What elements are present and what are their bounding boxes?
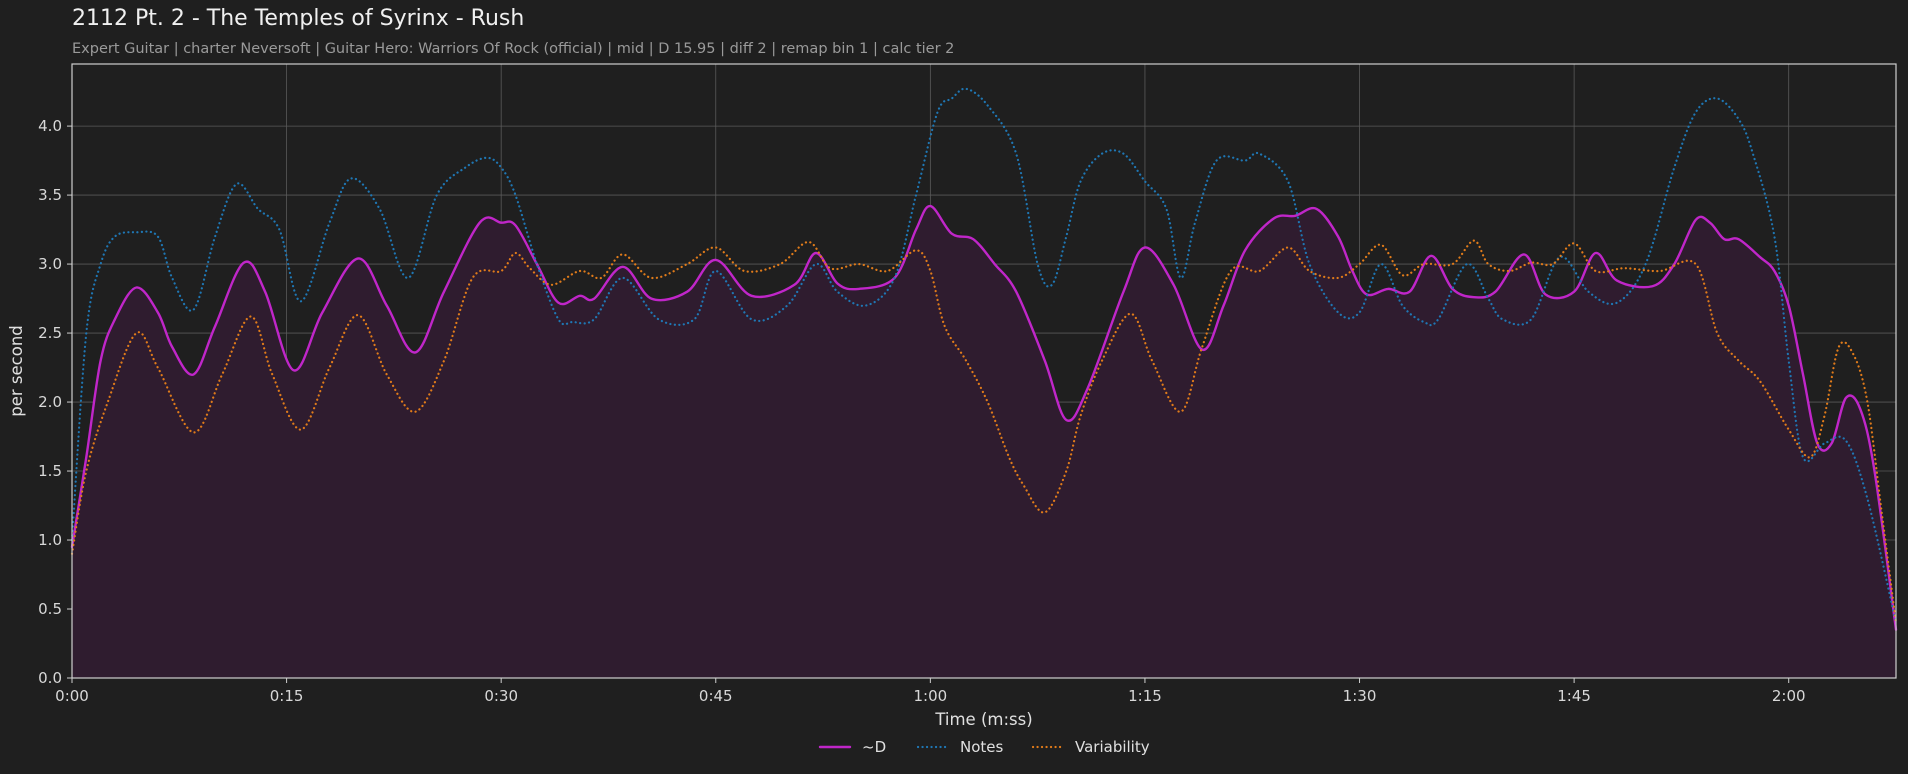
- x-tick-label: 1:00: [914, 687, 948, 705]
- line-chart: 0:00 0:15 0:30 0:45 1:00 1:15 1:30 1:45 2:00 0.0…: [7, 63, 1898, 756]
- y-tick-label: 4.0: [38, 117, 62, 135]
- x-tick-label: 1:15: [1128, 687, 1162, 705]
- x-tick-label: 1:30: [1343, 687, 1377, 705]
- legend: ~D Notes Variability: [818, 738, 1150, 756]
- y-tick-label: 2.0: [38, 393, 62, 411]
- d-area-fill: [72, 206, 1896, 679]
- y-tick-label: 1.5: [38, 462, 62, 480]
- y-axis-ticks: 0.0 0.5 1.0 1.5 2.0 2.5 3.0 3.5 4.0: [38, 117, 72, 687]
- series-area-d: [72, 206, 1896, 679]
- y-tick-label: 0.0: [38, 669, 62, 687]
- x-tick-label: 0:45: [699, 687, 733, 705]
- x-tick-label: 1:45: [1557, 687, 1591, 705]
- legend-item-notes: Notes: [916, 738, 1004, 756]
- x-tick-label: 0:00: [55, 687, 89, 705]
- x-tick-label: 0:30: [484, 687, 518, 705]
- legend-label: Notes: [960, 738, 1004, 756]
- x-tick-label: 0:15: [270, 687, 304, 705]
- x-axis-ticks: 0:00 0:15 0:30 0:45 1:00 1:15 1:30 1:45 2:00: [55, 678, 1806, 705]
- legend-label: ~D: [862, 738, 886, 756]
- y-tick-label: 2.5: [38, 324, 62, 342]
- y-tick-label: 1.0: [38, 531, 62, 549]
- y-tick-label: 3.5: [38, 186, 62, 204]
- y-axis-label: per second: [7, 325, 26, 417]
- legend-label: Variability: [1075, 738, 1150, 756]
- y-tick-label: 3.0: [38, 255, 62, 273]
- y-tick-label: 0.5: [38, 600, 62, 618]
- x-tick-label: 2:00: [1772, 687, 1806, 705]
- legend-item-d: ~D: [818, 738, 886, 756]
- x-axis-label: Time (m:ss): [934, 710, 1032, 729]
- legend-item-variability: Variability: [1031, 738, 1150, 756]
